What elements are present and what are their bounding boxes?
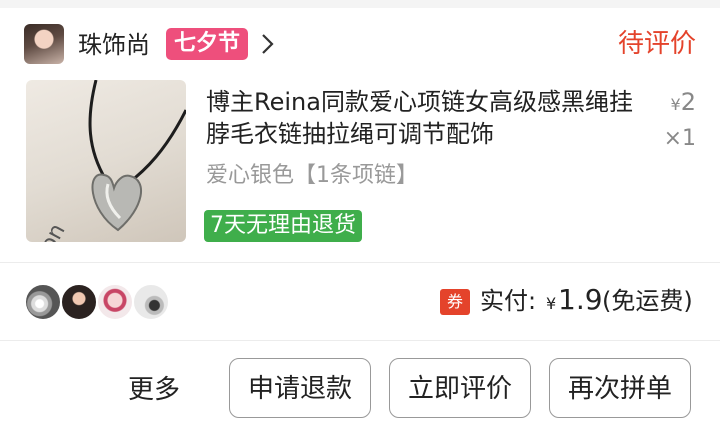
section-divider xyxy=(0,262,720,263)
product-image[interactable]: ason xyxy=(26,80,186,242)
paid-label: 实付: xyxy=(480,287,537,315)
reorder-button[interactable]: 再次拼单 xyxy=(549,358,691,418)
store-avatar[interactable] xyxy=(24,24,64,64)
festival-badge: 七夕节 xyxy=(166,28,249,60)
necklace-illustration xyxy=(88,80,186,232)
order-status: 待评价 xyxy=(617,29,696,59)
group-member-avatar xyxy=(96,283,134,321)
chevron-right-icon[interactable] xyxy=(254,30,282,58)
section-divider xyxy=(0,340,720,341)
store-name[interactable]: 珠饰尚 xyxy=(78,28,150,62)
paid-currency: ¥ xyxy=(546,294,557,313)
product-quantity: ×1 xyxy=(663,126,696,151)
group-member-avatar xyxy=(132,283,170,321)
group-member-avatar xyxy=(60,283,98,321)
shipping-note: (免运费) xyxy=(602,287,693,315)
return-policy-tag: 7天无理由退货 xyxy=(204,210,362,242)
top-divider xyxy=(0,0,720,8)
product-price: ¥2 xyxy=(671,88,696,116)
product-title[interactable]: 博主Reina同款爱心项链女高级感黑绳挂脖毛衣链抽拉绳可调节配饰 xyxy=(206,86,650,150)
paid-amount: 1.9 xyxy=(558,283,603,316)
group-member-avatar xyxy=(24,283,62,321)
coupon-icon: 券 xyxy=(440,289,470,315)
price-symbol: ¥ xyxy=(670,95,681,114)
review-button[interactable]: 立即评价 xyxy=(389,358,531,418)
refund-button[interactable]: 申请退款 xyxy=(229,358,371,418)
price-value: 2 xyxy=(680,88,696,116)
product-variant: 爱心银色【1条项链】 xyxy=(206,163,418,188)
more-button[interactable]: 更多 xyxy=(128,370,180,410)
